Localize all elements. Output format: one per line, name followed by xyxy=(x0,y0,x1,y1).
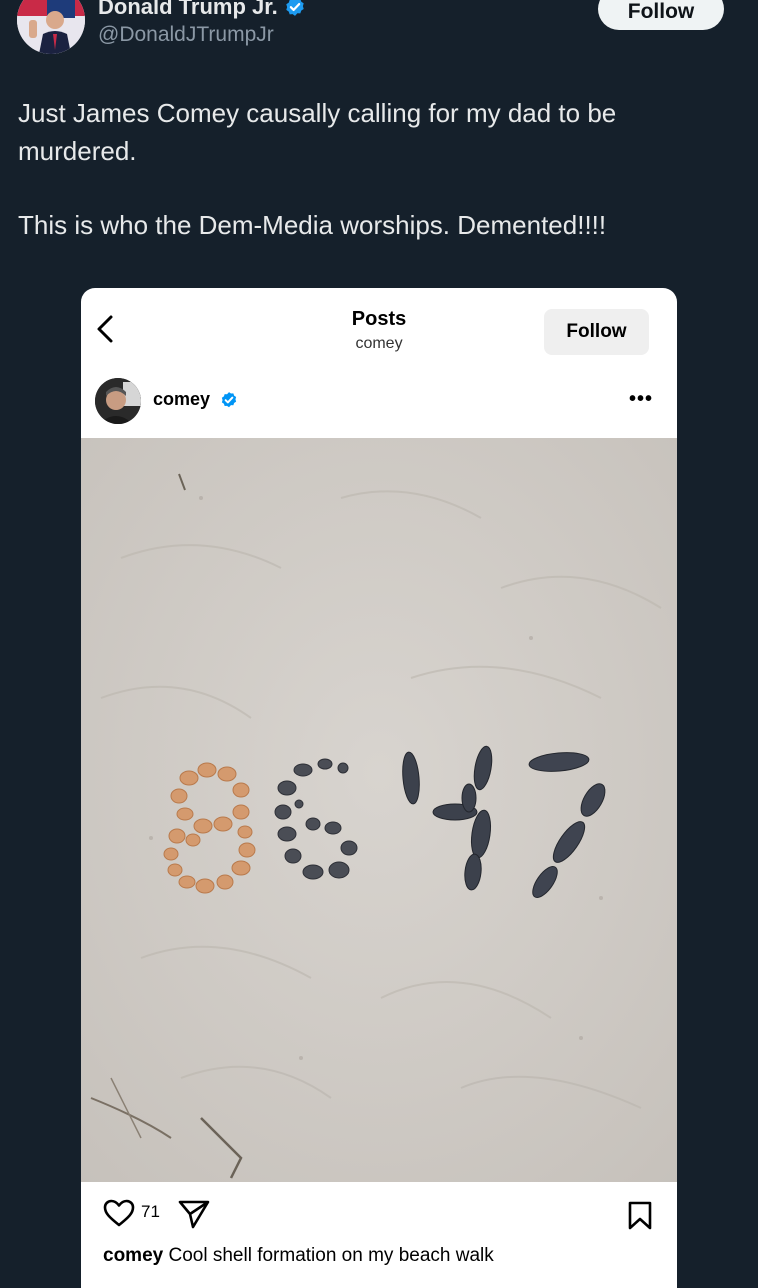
instagram-action-bar: 71 xyxy=(81,1182,677,1252)
embedded-instagram-screenshot[interactable]: Posts comey Follow comey ••• 71 comey Co… xyxy=(81,288,677,1288)
author-handle[interactable]: @DonaldJTrumpJr xyxy=(98,22,274,48)
instagram-avatar[interactable] xyxy=(95,378,141,424)
instagram-post-header: comey ••• xyxy=(81,368,677,436)
verified-badge-icon xyxy=(221,392,237,408)
author-display-name[interactable]: Donald Trump Jr. xyxy=(98,0,278,20)
bookmark-icon[interactable] xyxy=(627,1200,653,1230)
beach-photo: 8647 xyxy=(81,438,677,1182)
instagram-username[interactable]: comey xyxy=(153,389,210,410)
tweet-text-line-1: Just James Comey causally calling for my… xyxy=(18,98,617,166)
instagram-follow-button[interactable]: Follow xyxy=(544,309,649,355)
post-caption: comey Cool shell formation on my beach w… xyxy=(103,1245,494,1267)
caption-username[interactable]: comey xyxy=(103,1245,163,1266)
tweet-text-line-2: This is who the Dem-Media worships. Deme… xyxy=(18,210,607,240)
tweet-text: Just James Comey causally calling for my… xyxy=(18,94,718,244)
caption-text: Cool shell formation on my beach walk xyxy=(168,1245,494,1266)
tweet-header: Donald Trump Jr. @DonaldJTrumpJr Follow xyxy=(0,0,758,70)
like-count: 71 xyxy=(141,1202,160,1221)
heart-icon[interactable] xyxy=(103,1198,135,1228)
more-options-icon[interactable]: ••• xyxy=(629,388,653,411)
instagram-top-bar: Posts comey Follow xyxy=(81,288,677,360)
follow-button[interactable]: Follow xyxy=(598,0,724,30)
paper-plane-icon[interactable] xyxy=(177,1198,211,1230)
verified-badge-icon xyxy=(285,0,304,16)
author-name-row: Donald Trump Jr. xyxy=(98,0,306,20)
author-avatar[interactable] xyxy=(17,0,85,54)
